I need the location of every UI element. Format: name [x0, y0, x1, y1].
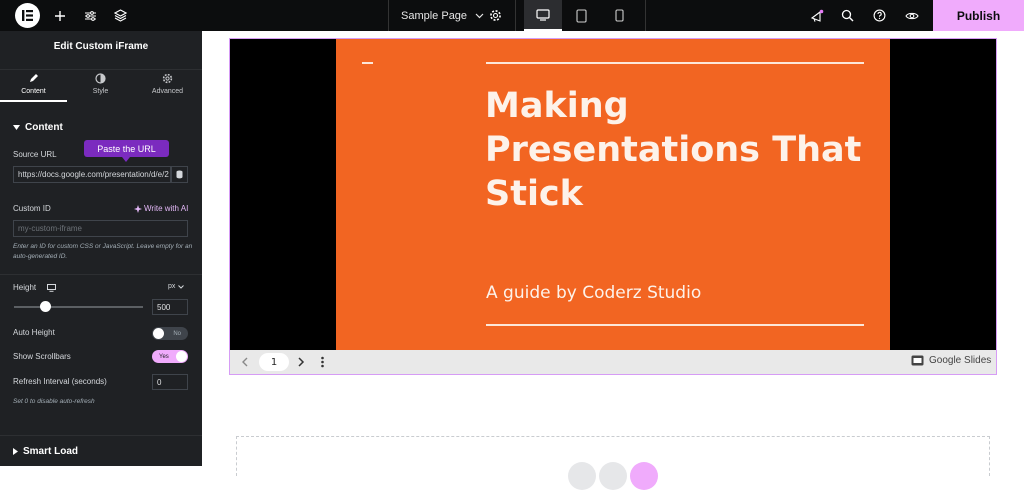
- preview-eye-icon[interactable]: [903, 7, 920, 24]
- content-section-toggle[interactable]: Content: [13, 122, 63, 133]
- slide-top-rule: [486, 62, 864, 64]
- smart-load-section-toggle[interactable]: Smart Load: [13, 446, 78, 457]
- template-library-icon[interactable]: [599, 462, 627, 490]
- toggle-knob: [153, 328, 164, 339]
- caret-right-icon: [13, 448, 18, 455]
- mobile-icon[interactable]: [600, 0, 638, 31]
- source-url-label: Source URL: [13, 150, 57, 159]
- tab-style[interactable]: Style: [67, 70, 134, 102]
- structure-layers-icon[interactable]: [112, 7, 129, 24]
- height-slider-handle[interactable]: [40, 301, 51, 312]
- desktop-icon: [47, 283, 57, 292]
- provider-label: Google Slides: [929, 355, 992, 366]
- previous-slide-icon[interactable]: [241, 357, 248, 367]
- tab-label: Style: [92, 88, 109, 95]
- slide-accent-line: [362, 62, 373, 64]
- slide-subtitle: A guide by Coderz Studio: [486, 283, 702, 303]
- slide-page-number: 1: [259, 353, 289, 371]
- half-circle-icon: [95, 73, 106, 84]
- write-with-ai-button[interactable]: Write with AI: [134, 204, 188, 213]
- toggle-state: Yes: [159, 353, 169, 360]
- show-scrollbars-toggle[interactable]: Yes: [152, 350, 188, 363]
- ai-builder-icon[interactable]: [630, 462, 658, 490]
- toggle-state: No: [173, 330, 181, 337]
- refresh-interval-input[interactable]: 0: [152, 374, 188, 390]
- editor-panel: Edit Custom iFrame Content Style Advance…: [0, 31, 202, 466]
- custom-id-label: Custom ID: [13, 204, 51, 213]
- refresh-help: Set 0 to disable auto-refresh: [13, 398, 95, 405]
- auto-height-label: Auto Height: [13, 328, 55, 337]
- next-slide-icon[interactable]: [298, 357, 305, 367]
- slide-bottom-rule: [486, 324, 864, 326]
- tablet-icon[interactable]: [562, 0, 600, 31]
- auto-height-toggle[interactable]: No: [152, 327, 188, 340]
- height-label-row: Height: [13, 283, 57, 292]
- height-unit-select[interactable]: px: [168, 283, 185, 290]
- height-value-input[interactable]: 500: [152, 299, 188, 315]
- chevron-down-icon: [178, 284, 185, 289]
- custom-id-input[interactable]: my-custom-iframe: [13, 220, 188, 237]
- google-slides-link[interactable]: Google Slides: [911, 355, 991, 366]
- unit-label: px: [168, 283, 176, 290]
- source-url-input[interactable]: https://docs.google.com/presentation/d/e…: [13, 166, 171, 183]
- divider: [0, 435, 202, 436]
- site-settings-icon[interactable]: [82, 7, 99, 24]
- slide-title: Making Presentations That Stick: [485, 86, 862, 214]
- google-slides-icon: [911, 355, 924, 366]
- section-title: Content: [25, 122, 63, 133]
- add-element-icon[interactable]: [51, 7, 68, 24]
- desktop-icon[interactable]: [524, 0, 562, 31]
- help-icon[interactable]: [871, 7, 888, 24]
- tab-advanced[interactable]: Advanced: [134, 70, 201, 102]
- add-section-icon[interactable]: [568, 462, 596, 490]
- paste-url-tooltip: Paste the URL: [84, 140, 169, 162]
- show-scrollbars-label: Show Scrollbars: [13, 352, 71, 361]
- height-label: Height: [13, 283, 37, 292]
- sparkle-icon: [134, 204, 142, 213]
- top-bar: Sample Page Publish: [0, 0, 1024, 31]
- tab-content[interactable]: Content: [0, 70, 67, 102]
- divider: [0, 274, 202, 275]
- caret-down-icon: [13, 125, 20, 130]
- dynamic-tags-icon[interactable]: [171, 166, 188, 183]
- tab-label: Advanced: [151, 88, 184, 95]
- page-settings-gear-icon[interactable]: [487, 7, 504, 24]
- page-name: Sample Page: [401, 9, 468, 22]
- search-icon[interactable]: [839, 7, 856, 24]
- height-slider-track[interactable]: [14, 306, 143, 308]
- gear-icon: [162, 73, 173, 84]
- tab-label: Content: [21, 88, 46, 95]
- more-options-icon[interactable]: [320, 356, 325, 368]
- elementor-logo-icon[interactable]: [15, 3, 40, 28]
- chevron-down-icon: [475, 13, 484, 19]
- notifications-megaphone-icon[interactable]: [808, 7, 825, 24]
- pencil-icon: [28, 73, 39, 84]
- slides-control-bar: [230, 350, 996, 374]
- section-title: Smart Load: [23, 446, 79, 457]
- panel-tabs: Content Style Advanced: [0, 69, 202, 102]
- panel-title: Edit Custom iFrame: [53, 41, 149, 52]
- toggle-knob: [176, 351, 187, 362]
- responsive-device-switcher: [516, 0, 646, 31]
- publish-button[interactable]: Publish: [933, 0, 1024, 31]
- write-ai-label: Write with AI: [144, 204, 189, 213]
- custom-id-help: Enter an ID for custom CSS or JavaScript…: [13, 243, 193, 260]
- refresh-interval-label: Refresh Interval (seconds): [13, 377, 107, 386]
